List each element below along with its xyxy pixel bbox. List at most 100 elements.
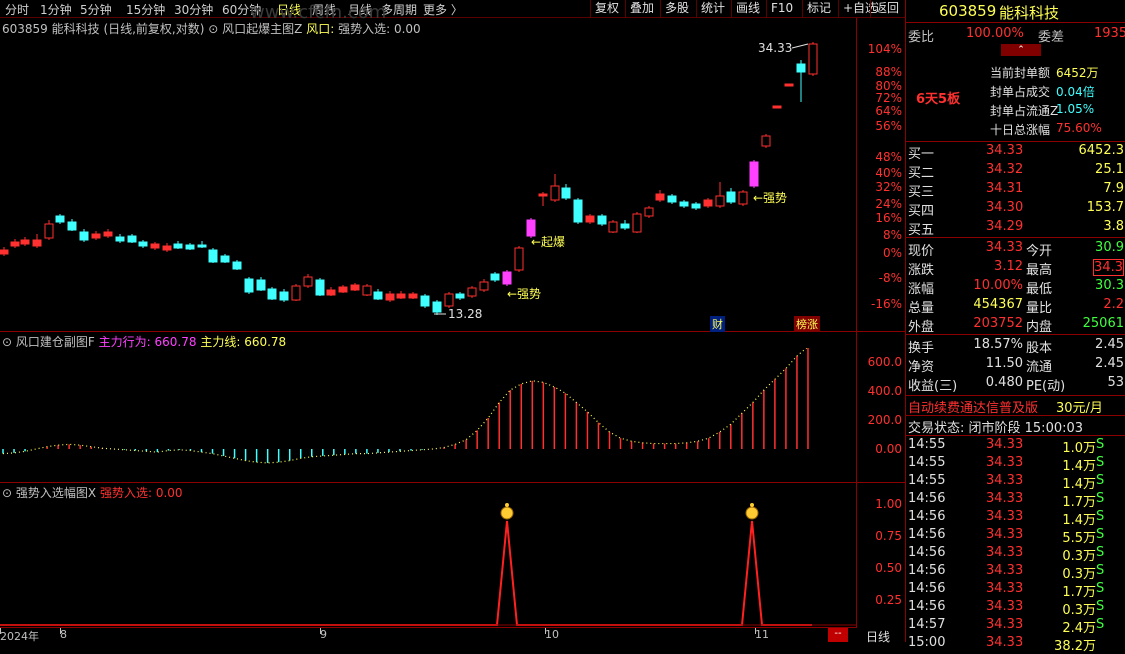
y-tick-label: 32% [875, 180, 902, 194]
bid-volume: 25.1 [1095, 162, 1124, 177]
sub2-value1: 0.00 [155, 486, 183, 500]
bottom-marker[interactable]: -- [828, 628, 848, 642]
stat-value: 3.12 [994, 259, 1023, 274]
tick-time: 14:56 [908, 509, 946, 524]
tick-side: S [1096, 545, 1105, 560]
bid-row[interactable]: 买五 34.29 3.8 [906, 219, 1125, 238]
divider [906, 395, 1125, 396]
y-tick-label: 64% [875, 104, 902, 118]
tick-side: S [1096, 491, 1105, 506]
y-tick-label: 600.0 [867, 355, 902, 369]
bid-row[interactable]: 买四 34.30 153.7 [906, 200, 1125, 219]
finance-marker[interactable]: 财 [710, 316, 725, 332]
candle [44, 223, 54, 239]
stat-label: 最高 [1026, 263, 1053, 278]
divider [906, 141, 1125, 142]
period-tab[interactable]: 30分钟 [174, 1, 213, 18]
price-axis-line [856, 18, 857, 628]
bid-row[interactable]: 买一 34.33 6452.3 [906, 143, 1125, 162]
tick-volume: 1.7万 [1062, 495, 1096, 510]
tick-side: S [1096, 473, 1105, 488]
seal-label: 当前封单额 [990, 66, 1051, 80]
stock-name: 能科科技 [999, 4, 1060, 22]
strength-line [0, 520, 812, 626]
stat-row: 外盘 203752 内盘 25061 [906, 316, 1125, 335]
candle [385, 293, 395, 301]
ad-text[interactable]: 自动续费通达信普及版 [908, 397, 1038, 416]
period-tab[interactable]: 5分钟 [80, 1, 112, 18]
candle [303, 276, 313, 287]
tick-side: S [1096, 527, 1105, 542]
annotation-label: ←强势 [753, 191, 787, 205]
collapse-icon[interactable]: ⊙ [2, 335, 12, 349]
toolbar-button[interactable]: F10 [766, 0, 797, 17]
collapse-icon[interactable]: ⊙ [2, 486, 12, 500]
bid-price: 34.32 [986, 162, 1024, 177]
tick-volume: 1.7万 [1062, 585, 1096, 600]
period-tab[interactable]: 多周期 [381, 1, 417, 18]
candle [0, 249, 9, 255]
ad-row[interactable]: 自动续费通达信普及版 30元/月 [906, 397, 1125, 416]
fund-value: 2.45 [1095, 337, 1124, 352]
candlestick-chart[interactable]: ←强势 ←起爆 ←强势 34.33 13.28 [0, 34, 856, 330]
y-tick-label: 88% [875, 65, 902, 79]
stock-code: 603859 [939, 2, 997, 20]
tick-time: 14:56 [908, 563, 946, 578]
sub1-name[interactable]: 风口建仓副图F [16, 335, 95, 349]
expand-up-icon[interactable]: ⌃ [1001, 44, 1041, 56]
tick-time: 14:55 [908, 473, 946, 488]
sub2-name[interactable]: 强势入选幅图X [16, 486, 96, 500]
stat-value: 25061 [1082, 316, 1124, 331]
watermark: www.cfcfn.com [250, 2, 387, 23]
tick-side: S [1096, 581, 1105, 596]
tick-time: 14:56 [908, 491, 946, 506]
toolbar-button[interactable]: 画线 [731, 0, 764, 17]
rank-marker[interactable]: 榜涨 [794, 316, 820, 332]
toolbar-button[interactable]: 叠加 [625, 0, 658, 17]
divider [906, 237, 1125, 238]
capital-flow-chart[interactable] [0, 348, 856, 481]
toolbar-button[interactable]: 标记 [802, 0, 835, 17]
toolbar-button[interactable]: 复权 [590, 0, 623, 17]
period-tab[interactable]: 15分钟 [126, 1, 165, 18]
period-tab[interactable]: 1分钟 [40, 1, 72, 18]
y-tick-label: 200.0 [867, 413, 902, 427]
tick-price: 34.33 [986, 527, 1024, 542]
toolbar-button[interactable]: 统计 [696, 0, 729, 17]
y-tick-label: 40% [875, 166, 902, 180]
candle [279, 291, 289, 301]
tick-price: 34.33 [986, 617, 1024, 632]
period-tab[interactable]: 分时 [5, 1, 29, 18]
stat-label: 总量 [908, 301, 935, 316]
candle [796, 63, 806, 73]
bid-volume: 3.8 [1103, 219, 1124, 234]
strength-selection-chart[interactable] [0, 499, 856, 627]
tick-time: 14:56 [908, 545, 946, 560]
tick-price: 34.33 [986, 599, 1024, 614]
bid-volume: 7.9 [1103, 181, 1124, 196]
y-tick-label: 400.0 [867, 384, 902, 398]
candle [585, 215, 595, 223]
fund-value: 18.57% [973, 337, 1023, 352]
candle [703, 199, 713, 207]
bottom-period-tab[interactable]: 日线 [866, 628, 890, 645]
candle [608, 221, 618, 233]
tick-side: S [1096, 455, 1105, 470]
toolbar-button[interactable]: 多股 [660, 0, 693, 17]
candle [726, 191, 736, 203]
toolbar-button[interactable]: 返回 [870, 0, 903, 17]
tick-row: 14:56 34.33 1.4万 S [906, 509, 1125, 528]
bid-row[interactable]: 买三 34.31 7.9 [906, 181, 1125, 200]
candle [467, 287, 477, 297]
period-tab[interactable]: 更多 〉 [423, 1, 463, 18]
tick-row: 14:56 34.33 1.7万 S [906, 491, 1125, 510]
y-tick-label: 0.25 [875, 593, 902, 607]
date-label: 11 [755, 628, 769, 641]
bid-row[interactable]: 买二 34.32 25.1 [906, 162, 1125, 181]
stat-value: 30.9 [1095, 240, 1124, 255]
ad-price[interactable]: 30元/月 [1056, 397, 1103, 416]
candle [291, 285, 301, 301]
divider [906, 435, 1125, 436]
candle [115, 236, 125, 242]
fund-value: 0.480 [985, 375, 1023, 390]
